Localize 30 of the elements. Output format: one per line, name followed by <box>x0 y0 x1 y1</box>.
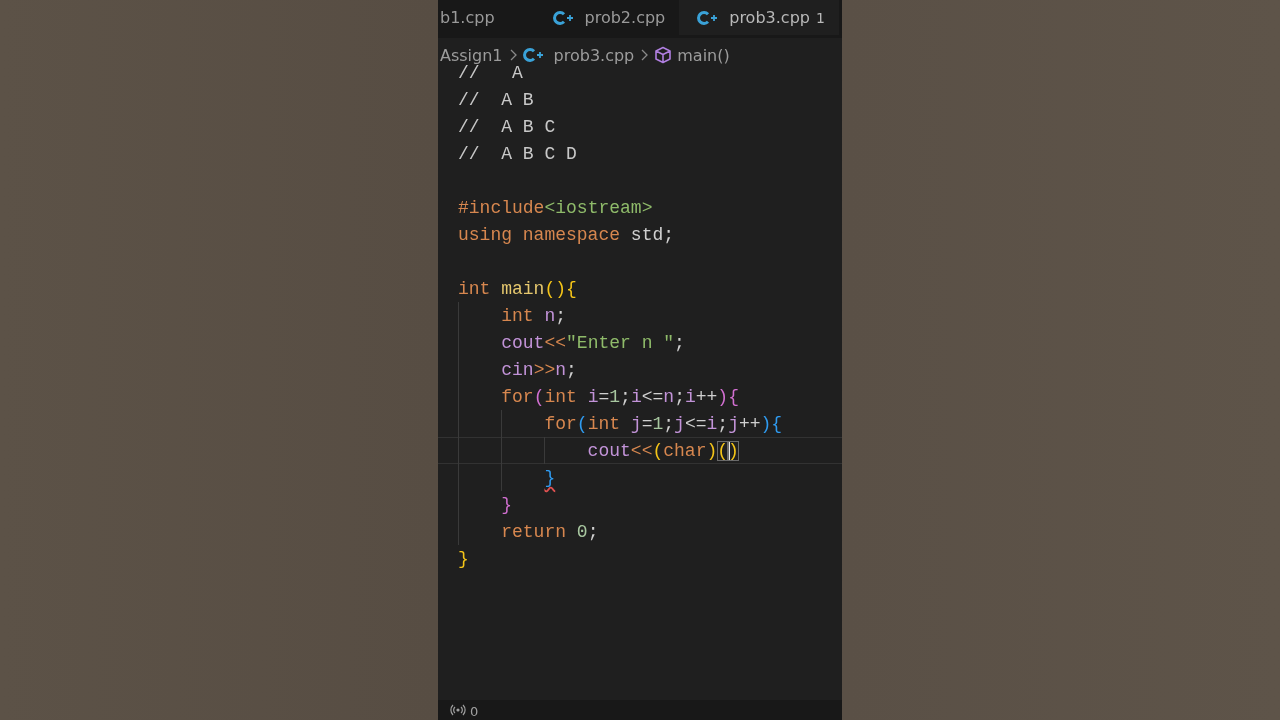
code-line: return 0; <box>500 521 599 542</box>
code-line: cout<<(char)() <box>586 440 739 461</box>
code-line: } <box>543 467 556 488</box>
code-line: // A B C D <box>458 143 577 164</box>
broadcast-icon <box>450 704 466 716</box>
breadcrumb-item[interactable]: Assign1 <box>440 45 503 65</box>
code-line: using namespace std; <box>458 224 675 245</box>
tab-label: prob2.cpp <box>584 8 666 27</box>
code-line: int n; <box>500 305 567 326</box>
code-line: // A B <box>458 89 534 110</box>
code-line: // A B C <box>458 116 556 137</box>
code-line: #include<iostream> <box>458 197 653 218</box>
code-line: for(int j=1;j<=i;j++){ <box>543 413 783 434</box>
code-line: for(int i=1;i<=n;i++){ <box>500 386 739 407</box>
tab-label: b1.cpp <box>440 8 495 27</box>
breadcrumb-item[interactable]: prob3.cpp <box>553 45 635 65</box>
code-line: } <box>458 548 469 569</box>
cube-icon <box>654 46 673 64</box>
status-count: 0 <box>470 704 479 719</box>
chevron-icon <box>508 49 517 61</box>
tab-label: prob3.cpp <box>729 8 810 27</box>
breadcrumb-item[interactable]: main() <box>677 45 730 65</box>
code-line: } <box>500 494 512 515</box>
code-line: int main(){ <box>458 278 577 299</box>
chevron-icon <box>640 49 649 61</box>
code-line: cout<<"Enter n "; <box>500 332 685 353</box>
code-line: // A <box>458 62 523 83</box>
code-line: cin>>n; <box>500 359 577 380</box>
file-tab[interactable]: prob3.cpp 1 <box>679 0 839 35</box>
problem-count: 1 <box>815 9 825 26</box>
